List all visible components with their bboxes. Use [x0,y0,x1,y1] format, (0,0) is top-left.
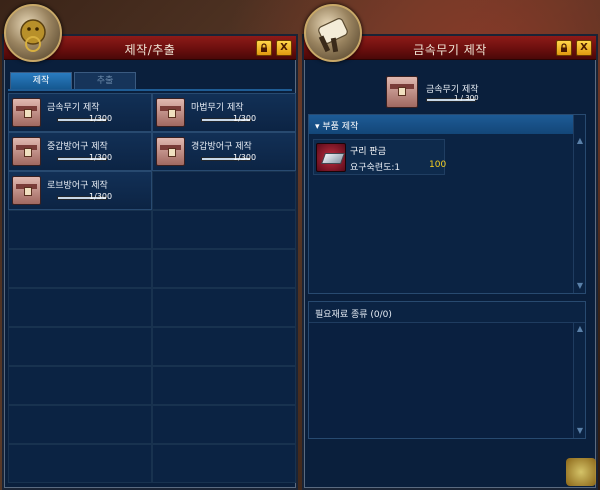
recipe-name: 금속무기 제작 [47,103,100,113]
empty-slot [152,288,296,327]
part-item-copper-plate[interactable]: 구리 판금 요구숙련도:1 100 [313,139,447,175]
selected-chest-icon [386,76,418,108]
materials-scrollbar[interactable]: ▲ ▼ [573,323,585,438]
materials-panel: 필요재료 종류 (0/0) ▲ ▼ [308,301,586,439]
lock-button[interactable] [256,40,272,56]
empty-slot [152,366,296,405]
chest-icon [12,176,41,205]
empty-slot [8,249,152,288]
metal-weapon-craft-window: 금속무기 제작 X 금속무기 제작 1 / 300 ▾ 부품 제작 구리 판금 … [302,34,598,490]
lock-button[interactable] [556,40,572,56]
scroll-down-icon[interactable]: ▼ [576,282,584,290]
tab-divider [8,89,292,91]
empty-slot [8,405,152,444]
recipe-slot-heavy-armor[interactable]: 중갑방어구 제작 1/300 [8,132,152,171]
recipe-count: 1/300 [89,114,113,123]
materials-header: 필요재료 종류 (0/0) [315,310,392,320]
recipe-count: 1/300 [89,192,113,201]
watermark-logo [566,458,596,486]
craft-extract-window: 제작/추출 X 제작 추출 금속무기 제작 1/300 마법무기 제작 1/30… [2,34,298,490]
recipe-name: 경갑방어구 제작 [191,142,252,152]
recipe-slot-magic-weapon[interactable]: 마법무기 제작 1/300 [152,93,296,132]
empty-slot [8,210,152,249]
lock-icon [561,43,567,52]
recipe-name: 로브방어구 제작 [47,181,108,191]
chest-icon [156,98,185,127]
chest-icon [156,137,185,166]
parts-header[interactable]: ▾ 부품 제작 [309,115,585,134]
part-quantity: 100 [429,160,447,170]
empty-slot [152,405,296,444]
recipe-count: 1/300 [233,153,257,162]
lion-emblem-icon [4,4,62,62]
recipe-name: 중갑방어구 제작 [47,142,108,152]
close-button[interactable]: X [276,40,292,56]
tab-extract[interactable]: 추출 [74,72,136,89]
chest-icon [12,98,41,127]
recipe-count: 1/300 [233,114,257,123]
craft-scroll-icon [304,4,362,62]
scroll-up-icon[interactable]: ▲ [576,325,584,333]
recipe-slot-metal-weapon[interactable]: 금속무기 제작 1/300 [8,93,152,132]
recipe-slot-light-armor[interactable]: 경갑방어구 제작 1/300 [152,132,296,171]
scroll-down-icon[interactable]: ▼ [576,427,584,435]
recipe-grid: 금속무기 제작 1/300 마법무기 제작 1/300 중갑방어구 제작 1/3… [8,93,296,483]
empty-slot [152,210,296,249]
empty-slot [8,327,152,366]
parts-panel: ▾ 부품 제작 구리 판금 요구숙련도:1 100 ▲ ▼ [308,114,586,294]
selected-count: 1 / 300 [454,94,479,102]
empty-slot [8,366,152,405]
lock-icon [261,43,267,52]
chest-icon [12,137,41,166]
part-name: 구리 판금 [350,147,386,157]
recipe-name: 마법무기 제작 [191,103,244,113]
empty-slot [152,327,296,366]
tab-craft[interactable]: 제작 [10,72,72,89]
empty-slot [8,288,152,327]
empty-slot [152,444,296,483]
part-requirement: 요구숙련도:1 [350,163,401,173]
empty-slot [152,249,296,288]
recipe-slot-robe-armor[interactable]: 로브방어구 제작 1/300 [8,171,152,210]
parts-scrollbar[interactable]: ▲ ▼ [573,115,585,293]
close-button[interactable]: X [576,40,592,56]
recipe-count: 1/300 [89,153,113,162]
materials-list: ▲ ▼ [309,322,585,438]
empty-slot [8,444,152,483]
copper-plate-icon [316,143,346,172]
empty-slot [152,171,296,210]
scroll-up-icon[interactable]: ▲ [576,137,584,145]
